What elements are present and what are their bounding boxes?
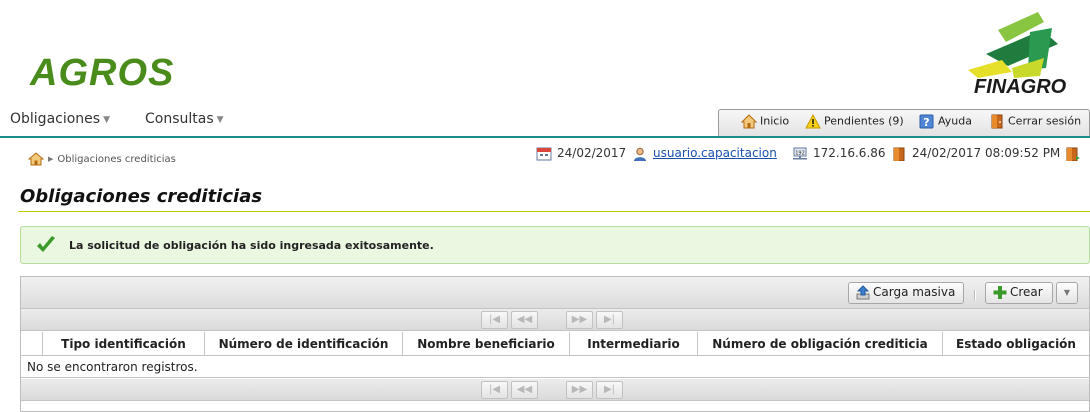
- status-date-text: 24/02/2017: [557, 146, 627, 160]
- carga-masiva-label: Carga masiva: [873, 285, 956, 299]
- column-header-selector: [21, 332, 43, 356]
- column-header[interactable]: Nombre beneficiario: [403, 332, 570, 356]
- door-exit-icon: [1066, 147, 1080, 161]
- breadcrumb-current: Obligaciones crediticias: [57, 154, 176, 165]
- next-page-icon[interactable]: ▶▶: [566, 381, 593, 399]
- pendientes-label: Pendientes (9): [824, 114, 904, 128]
- crear-button[interactable]: Crear: [985, 282, 1053, 304]
- pendientes-button[interactable]: Pendientes (9): [805, 114, 904, 129]
- status-ip: 192 172.16.6.86: [792, 146, 886, 164]
- column-header[interactable]: Estado obligación: [943, 332, 1089, 356]
- column-header[interactable]: Número de identificación: [205, 332, 403, 356]
- menu-consultas-label: Consultas: [145, 111, 214, 127]
- last-page-icon[interactable]: ▶|: [596, 311, 623, 329]
- grid-column-header: Tipo identificación Número de identifica…: [21, 332, 1089, 356]
- help-icon: ?: [919, 114, 934, 129]
- menu-consultas[interactable]: Consultas ▼: [145, 111, 224, 127]
- first-page-icon[interactable]: |◀: [481, 381, 508, 399]
- menu-divider: [0, 136, 1090, 138]
- upload-icon: [856, 285, 870, 300]
- status-extra: [1064, 146, 1085, 164]
- agros-logo: AGROS: [30, 52, 175, 94]
- carga-masiva-button[interactable]: Carga masiva: [848, 282, 964, 304]
- chevron-down-icon: ▼: [1063, 288, 1071, 297]
- chevron-down-icon: ▼: [216, 115, 224, 125]
- finagro-leaf-icon: [968, 12, 1058, 78]
- status-user: usuario.capacitacion: [632, 146, 777, 164]
- calendar-icon: [536, 147, 552, 160]
- prev-page-icon[interactable]: ◀◀: [511, 381, 538, 399]
- page-title: Obligaciones crediticias: [20, 186, 263, 207]
- empty-records-message: No se encontraron registros.: [21, 357, 1089, 378]
- status-datetime: 24/02/2017 08:09:52 PM: [891, 146, 1060, 164]
- crear-label: Crear: [1010, 285, 1043, 299]
- user-toolbar: Inicio Pendientes (9) ? Ayuda Cerrar sesi…: [718, 109, 1090, 136]
- door-icon: [893, 147, 905, 161]
- network-icon: 192: [793, 147, 807, 159]
- breadcrumb: ▶ Obligaciones crediticias: [28, 152, 176, 166]
- status-date: 24/02/2017: [536, 146, 626, 164]
- home-icon: [741, 114, 757, 129]
- column-header[interactable]: Número de obligación crediticia: [698, 332, 943, 356]
- svg-text:?: ?: [923, 116, 929, 129]
- last-page-icon[interactable]: ▶|: [596, 381, 623, 399]
- ayuda-label: Ayuda: [938, 114, 972, 128]
- breadcrumb-arrow-icon: ▶: [48, 155, 54, 163]
- cerrar-sesion-label: Cerrar sesión: [1008, 114, 1082, 128]
- next-page-icon[interactable]: ▶▶: [566, 311, 593, 329]
- ayuda-button[interactable]: ? Ayuda: [919, 114, 972, 129]
- chevron-down-icon: ▼: [103, 115, 111, 125]
- menu-obligaciones-label: Obligaciones: [10, 111, 101, 127]
- column-header[interactable]: Intermediario: [570, 332, 698, 356]
- home-icon[interactable]: [28, 152, 44, 166]
- status-datetime-text: 24/02/2017 08:09:52 PM: [912, 146, 1061, 160]
- first-page-icon[interactable]: |◀: [481, 311, 508, 329]
- status-ip-text: 172.16.6.86: [813, 146, 886, 160]
- inicio-label: Inicio: [760, 114, 790, 128]
- pager-bottom: |◀ ◀◀ ▶▶ ▶|: [21, 379, 1089, 401]
- title-underline: [18, 211, 1090, 212]
- finagro-logo: FINAGRO: [968, 8, 1080, 102]
- user-icon: [634, 147, 646, 161]
- grid-toolbar: Carga masiva Crear ▼: [21, 277, 1089, 309]
- user-link[interactable]: usuario.capacitacion: [653, 146, 777, 160]
- menu-obligaciones[interactable]: Obligaciones ▼: [10, 111, 110, 127]
- crear-dropdown-button[interactable]: ▼: [1056, 282, 1078, 304]
- toolbar-separator: [974, 290, 976, 300]
- warning-icon: [805, 114, 821, 129]
- data-grid: Carga masiva Crear ▼ |◀ ◀◀ ▶▶ ▶| Tipo id…: [20, 276, 1090, 412]
- prev-page-icon[interactable]: ◀◀: [511, 311, 538, 329]
- check-icon: [37, 236, 55, 252]
- column-header[interactable]: Tipo identificación: [43, 332, 205, 356]
- finagro-wordmark: FINAGRO: [974, 76, 1067, 98]
- plus-icon: [993, 286, 1007, 299]
- door-exit-icon: [991, 114, 1003, 129]
- svg-text:192: 192: [795, 150, 805, 156]
- success-message-text: La solicitud de obligación ha sido ingre…: [69, 239, 434, 252]
- pager-top: |◀ ◀◀ ▶▶ ▶|: [21, 309, 1089, 331]
- inicio-button[interactable]: Inicio: [741, 114, 789, 129]
- cerrar-sesion-button[interactable]: Cerrar sesión: [989, 114, 1081, 129]
- success-message: La solicitud de obligación ha sido ingre…: [20, 226, 1090, 264]
